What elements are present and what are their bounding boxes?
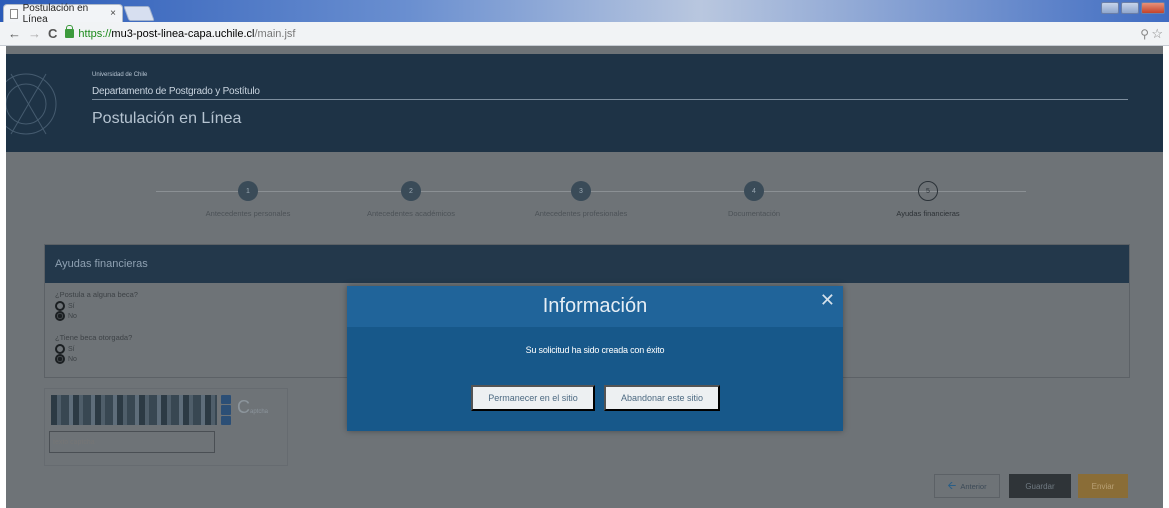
reload-icon[interactable]: C: [48, 26, 57, 41]
save-button[interactable]: Guardar: [1009, 474, 1071, 498]
step-documentation[interactable]: 4 Documentación: [694, 181, 814, 218]
radio-option-no[interactable]: No: [55, 311, 77, 321]
step-number: 5: [918, 181, 938, 201]
radio-option-no[interactable]: No: [55, 354, 77, 364]
radio-label: Sí: [68, 345, 75, 353]
captcha-refresh-icon[interactable]: [221, 395, 231, 405]
radio-option-yes[interactable]: Sí: [55, 301, 75, 311]
question-scholarship-apply: ¿Postula a alguna beca?: [55, 290, 138, 299]
star-icon[interactable]: ☆: [1151, 26, 1163, 42]
step-number: 3: [571, 181, 591, 201]
minimize-icon[interactable]: [1101, 2, 1119, 14]
captcha-widget: Captcha: [44, 388, 288, 466]
step-label: Antecedentes profesionales: [534, 209, 628, 218]
lock-icon: [65, 25, 75, 38]
back-arrow-icon[interactable]: ←: [8, 26, 21, 41]
step-label: Antecedentes personales: [205, 209, 291, 218]
maximize-icon[interactable]: [1121, 2, 1139, 14]
window-controls: [1101, 2, 1165, 14]
step-financial-aid[interactable]: 5 Ayudas financieras: [868, 181, 988, 218]
step-number: 4: [744, 181, 764, 201]
forward-arrow-icon[interactable]: →: [28, 26, 41, 41]
tab-close-icon[interactable]: ×: [110, 8, 116, 19]
dialog-title: Información: [347, 286, 843, 327]
header-divider: [92, 99, 1128, 100]
close-icon[interactable]: ✕: [820, 290, 835, 311]
university-name: Universidad de Chile: [92, 72, 148, 78]
url-host: mu3-post-linea-capa.uchile.cl: [111, 27, 255, 40]
step-label: Ayudas financieras: [896, 209, 960, 218]
radio-label: No: [68, 355, 77, 363]
url-scheme: https://: [78, 27, 112, 40]
step-number: 1: [238, 181, 258, 201]
page-icon: [10, 8, 18, 19]
previous-button[interactable]: 🡨 Anterior: [934, 474, 1000, 498]
send-button[interactable]: Enviar: [1078, 474, 1128, 498]
info-dialog: Información ✕ Su solicitud ha sido cread…: [347, 286, 843, 431]
recaptcha-logo: Captcha: [237, 397, 268, 418]
captcha-controls: [221, 395, 231, 425]
captcha-logo-letter: C: [237, 397, 250, 417]
step-academic[interactable]: 2 Antecedentes académicos: [351, 181, 471, 218]
captcha-help-icon[interactable]: [221, 415, 231, 425]
captcha-image: [51, 395, 217, 425]
radio-option-yes[interactable]: Sí: [55, 344, 75, 354]
window-close-icon[interactable]: [1141, 2, 1165, 14]
step-label: Antecedentes académicos: [367, 209, 455, 218]
magnifier-icon[interactable]: ⚲: [1140, 27, 1149, 41]
stay-on-site-button[interactable]: Permanecer en el sitio: [471, 385, 595, 411]
radio-button[interactable]: [55, 344, 65, 354]
previous-label: Anterior: [960, 481, 987, 491]
url-path: /main.jsf: [254, 27, 296, 40]
radio-button[interactable]: [55, 301, 65, 311]
browser-titlebar: Postulación en Línea ×: [0, 0, 1169, 25]
radio-button-checked[interactable]: [55, 311, 65, 321]
radio-button-checked[interactable]: [55, 354, 65, 364]
browser-tab[interactable]: Postulación en Línea ×: [3, 3, 123, 25]
browser-toolbar: ← → C https:// mu3-post-linea-capa.uchil…: [0, 22, 1169, 46]
step-professional[interactable]: 3 Antecedentes profesionales: [521, 181, 641, 218]
address-bar[interactable]: https:// mu3-post-linea-capa.uchile.cl /…: [65, 25, 1165, 43]
arrow-left-icon: 🡨: [947, 479, 957, 492]
page-title: Postulación en Línea: [92, 110, 242, 127]
new-tab-button[interactable]: [123, 6, 155, 21]
captcha-input[interactable]: [49, 431, 215, 453]
captcha-logo-text: aptcha: [250, 409, 269, 415]
step-personal[interactable]: 1 Antecedentes personales: [188, 181, 308, 218]
section-title: Ayudas financieras: [45, 245, 1129, 283]
dialog-message: Su solicitud ha sido creada con éxito: [525, 345, 665, 355]
university-seal-icon: [6, 73, 57, 135]
leave-site-button[interactable]: Abandonar este sitio: [604, 385, 720, 411]
department-name: Departamento de Postgrado y Postítulo: [92, 86, 260, 97]
captcha-audio-icon[interactable]: [221, 405, 231, 415]
page-content: Universidad de Chile Departamento de Pos…: [6, 46, 1163, 508]
radio-label: Sí: [68, 302, 75, 310]
radio-label: No: [68, 312, 77, 320]
site-header: Universidad de Chile Departamento de Pos…: [6, 54, 1163, 152]
question-scholarship-granted: ¿Tiene beca otorgada?: [55, 333, 133, 342]
step-label: Documentación: [727, 209, 781, 218]
step-number: 2: [401, 181, 421, 201]
